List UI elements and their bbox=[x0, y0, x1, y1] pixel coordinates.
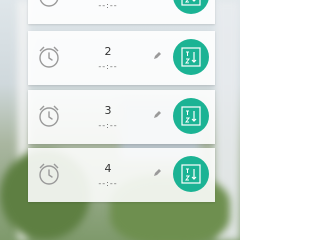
app-screen: --:-- 2 --:-- 3 --:-- 4 --:-- bbox=[0, 0, 240, 240]
sort-button[interactable] bbox=[173, 98, 209, 134]
sort-az-icon bbox=[181, 106, 201, 126]
sort-az-icon bbox=[181, 47, 201, 67]
sort-button[interactable] bbox=[173, 39, 209, 75]
alarm-card[interactable]: 3 --:-- bbox=[28, 90, 215, 144]
alarm-time: --:-- bbox=[98, 62, 118, 71]
alarm-time: --:-- bbox=[98, 1, 118, 10]
alarm-card[interactable]: 4 --:-- bbox=[28, 148, 215, 202]
sort-az-icon bbox=[181, 164, 201, 184]
alarm-clock-icon bbox=[39, 46, 59, 68]
alarm-clock-icon bbox=[39, 105, 59, 127]
sort-button[interactable] bbox=[173, 0, 209, 14]
alarm-label: 4 bbox=[104, 162, 112, 175]
sort-az-icon bbox=[181, 0, 201, 6]
pencil-icon[interactable] bbox=[152, 168, 162, 178]
sort-button[interactable] bbox=[173, 156, 209, 192]
pencil-icon[interactable] bbox=[152, 110, 162, 120]
alarm-label: 3 bbox=[104, 104, 112, 117]
alarm-card[interactable]: 2 --:-- bbox=[28, 31, 215, 85]
alarm-card[interactable]: --:-- bbox=[28, 0, 215, 24]
alarm-clock-icon bbox=[39, 163, 59, 185]
pencil-icon[interactable] bbox=[152, 51, 162, 61]
alarm-clock-icon bbox=[39, 0, 59, 7]
alarm-time: --:-- bbox=[98, 179, 118, 188]
alarm-time: --:-- bbox=[98, 121, 118, 130]
alarm-label: 2 bbox=[104, 45, 112, 58]
